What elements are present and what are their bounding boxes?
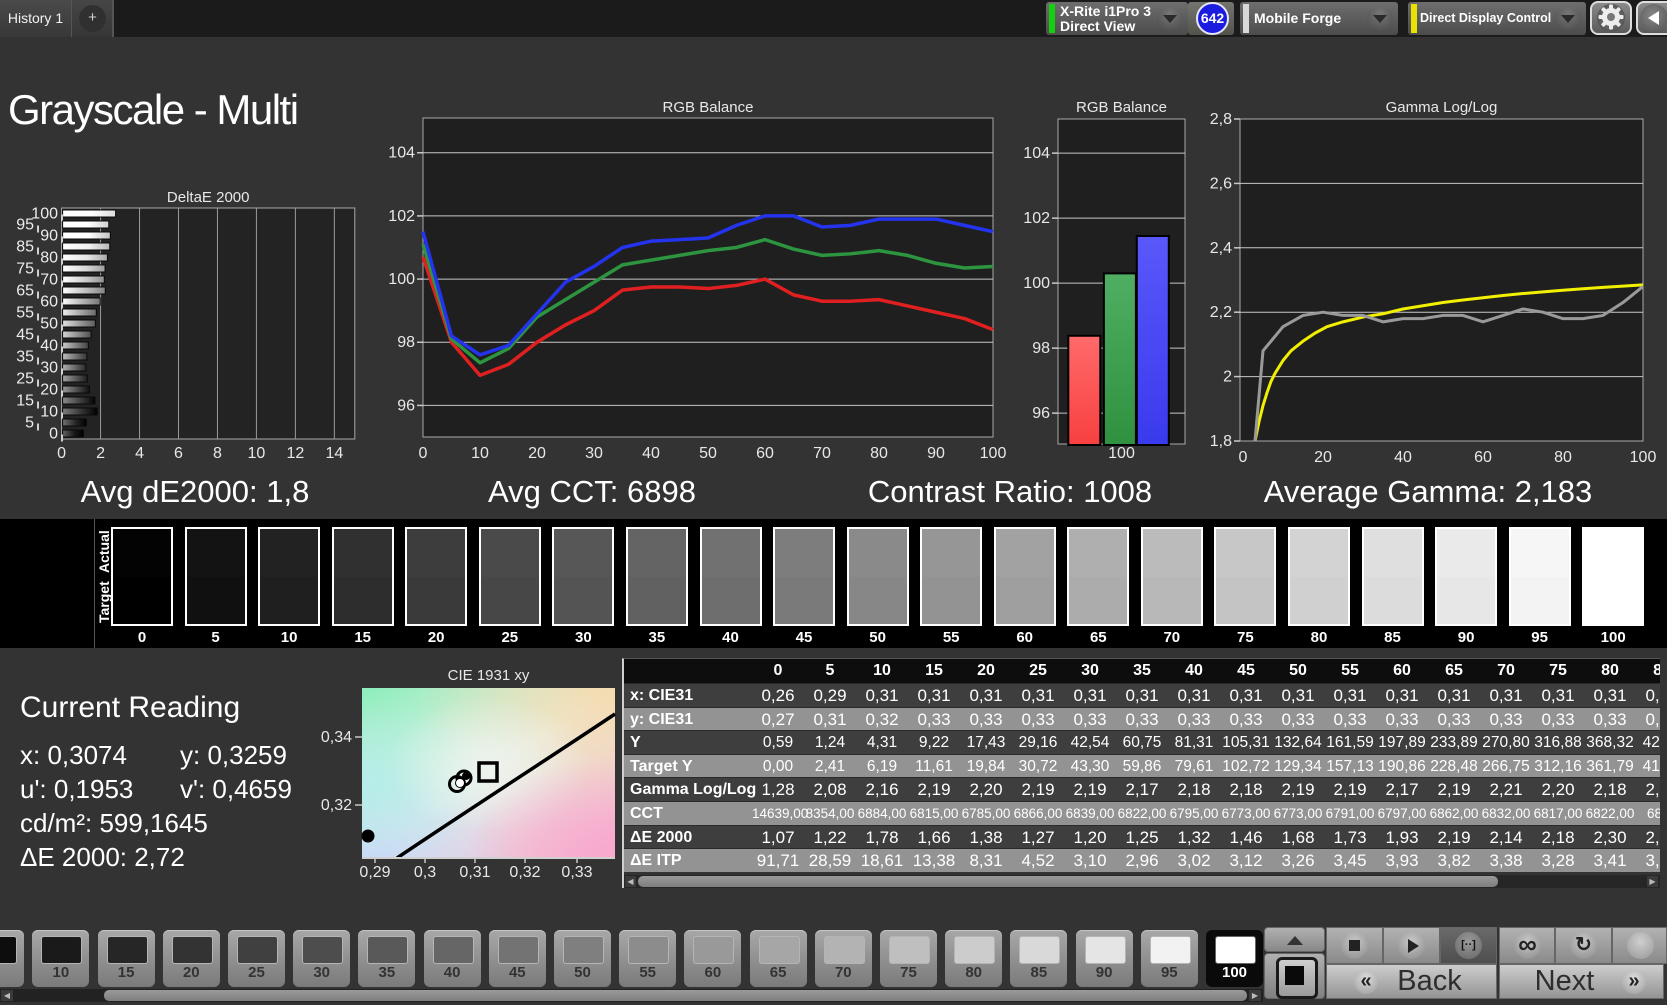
svg-text:104: 104 [1023, 145, 1050, 162]
svg-text:12: 12 [286, 445, 304, 462]
svg-text:100: 100 [1023, 275, 1050, 292]
svg-text:2: 2 [1223, 369, 1232, 386]
svg-text:RGB Balance: RGB Balance [663, 99, 754, 116]
svg-text:0,32: 0,32 [321, 797, 352, 814]
svg-text:0,3: 0,3 [414, 864, 436, 881]
svg-text:100: 100 [31, 206, 58, 223]
svg-text:CIE 1931 xy: CIE 1931 xy [448, 667, 530, 684]
svg-text:75: 75 [16, 261, 34, 278]
svg-text:80: 80 [40, 250, 58, 267]
svg-text:102: 102 [388, 208, 415, 225]
svg-text:1,8: 1,8 [1210, 433, 1232, 450]
svg-text:80: 80 [870, 445, 888, 462]
svg-text:90: 90 [927, 445, 945, 462]
svg-text:2: 2 [96, 445, 105, 462]
svg-text:96: 96 [397, 397, 415, 414]
svg-text:Gamma Log/Log: Gamma Log/Log [1386, 99, 1498, 116]
svg-text:65: 65 [16, 283, 34, 300]
svg-text:100: 100 [1630, 449, 1657, 466]
svg-text:5: 5 [25, 415, 34, 432]
svg-text:2,2: 2,2 [1210, 304, 1232, 321]
svg-text:2,6: 2,6 [1210, 175, 1232, 192]
svg-text:20: 20 [1314, 449, 1332, 466]
svg-text:RGB Balance: RGB Balance [1076, 99, 1167, 116]
svg-text:35: 35 [16, 349, 34, 366]
svg-text:40: 40 [40, 338, 58, 355]
svg-text:60: 60 [1474, 449, 1492, 466]
svg-text:0,32: 0,32 [509, 864, 540, 881]
svg-text:10: 10 [40, 404, 58, 421]
svg-text:20: 20 [40, 382, 58, 399]
svg-text:30: 30 [40, 360, 58, 377]
svg-text:DeltaE 2000: DeltaE 2000 [167, 189, 250, 206]
svg-text:100: 100 [980, 445, 1007, 462]
svg-text:45: 45 [16, 327, 34, 344]
svg-text:2,4: 2,4 [1210, 240, 1232, 257]
svg-text:98: 98 [1032, 340, 1050, 357]
svg-text:6: 6 [174, 445, 183, 462]
svg-text:85: 85 [16, 239, 34, 256]
svg-text:0,31: 0,31 [459, 864, 490, 881]
svg-text:30: 30 [585, 445, 603, 462]
svg-text:10: 10 [471, 445, 489, 462]
svg-text:2,8: 2,8 [1210, 111, 1232, 128]
svg-text:95: 95 [16, 217, 34, 234]
svg-text:104: 104 [388, 145, 415, 162]
svg-text:50: 50 [699, 445, 717, 462]
svg-text:70: 70 [813, 445, 831, 462]
svg-text:0,33: 0,33 [561, 864, 592, 881]
svg-text:40: 40 [642, 445, 660, 462]
svg-text:4: 4 [135, 445, 144, 462]
svg-text:0: 0 [419, 445, 428, 462]
svg-text:0: 0 [57, 445, 66, 462]
svg-text:96: 96 [1032, 405, 1050, 422]
svg-text:90: 90 [40, 228, 58, 245]
svg-text:0: 0 [1239, 449, 1248, 466]
svg-text:8: 8 [213, 445, 222, 462]
svg-text:10: 10 [248, 445, 266, 462]
svg-text:98: 98 [397, 334, 415, 351]
svg-text:70: 70 [40, 272, 58, 289]
svg-text:100: 100 [1108, 445, 1135, 462]
svg-text:14: 14 [325, 445, 343, 462]
svg-text:55: 55 [16, 305, 34, 322]
svg-text:20: 20 [528, 445, 546, 462]
svg-text:0,29: 0,29 [359, 864, 390, 881]
svg-text:60: 60 [40, 294, 58, 311]
svg-text:0: 0 [49, 426, 58, 443]
svg-text:100: 100 [388, 271, 415, 288]
svg-text:25: 25 [16, 371, 34, 388]
svg-text:80: 80 [1554, 449, 1572, 466]
svg-text:40: 40 [1394, 449, 1412, 466]
svg-text:0,34: 0,34 [321, 729, 352, 746]
svg-text:60: 60 [756, 445, 774, 462]
svg-text:50: 50 [40, 316, 58, 333]
svg-text:15: 15 [16, 393, 34, 410]
svg-text:102: 102 [1023, 210, 1050, 227]
